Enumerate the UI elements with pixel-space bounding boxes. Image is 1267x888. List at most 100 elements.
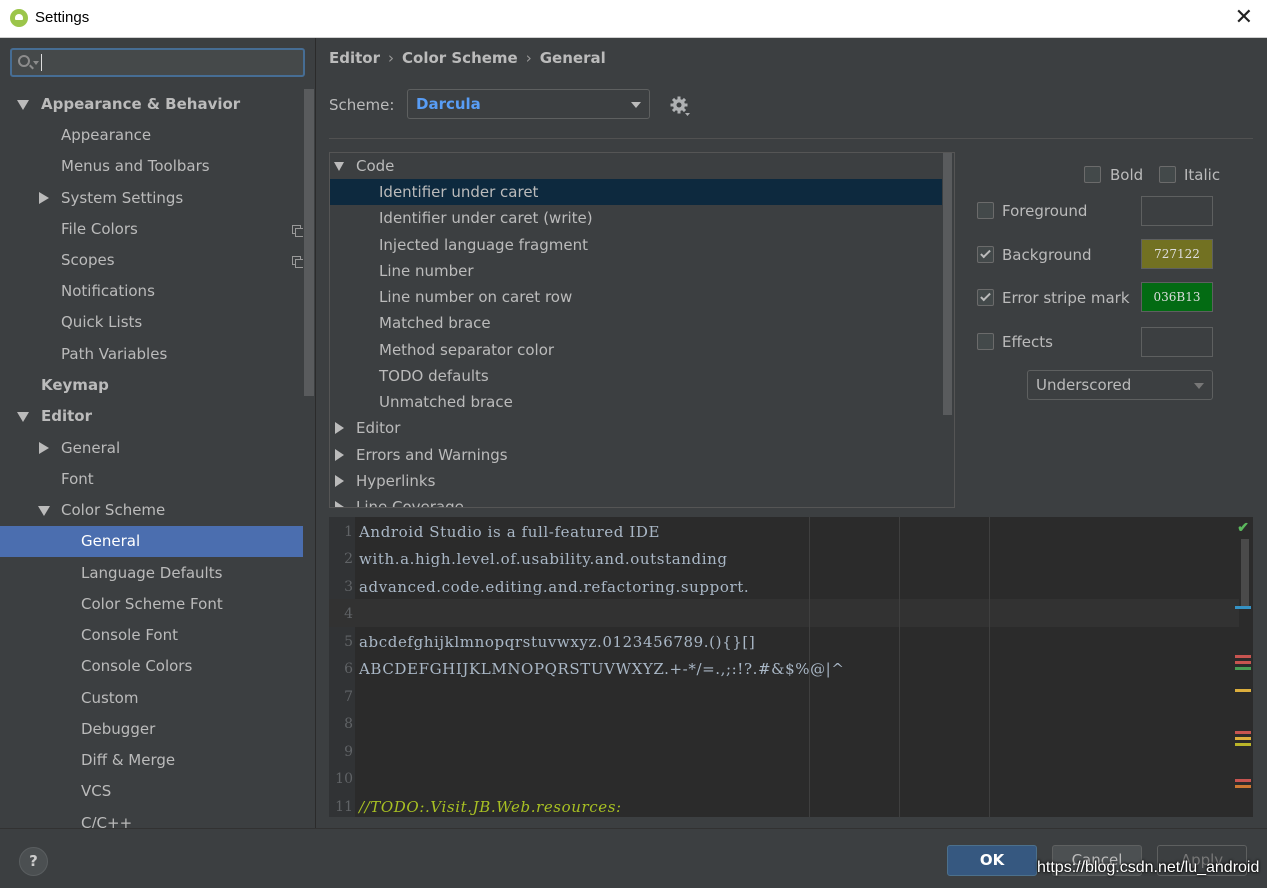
nav-item-diff-merge[interactable]: Diff & Merge xyxy=(0,745,303,776)
indent-guide xyxy=(989,517,990,817)
italic-checkbox[interactable] xyxy=(1159,166,1176,183)
tree-row-line-number[interactable]: Line number xyxy=(330,258,942,284)
error-stripe-marker[interactable] xyxy=(1235,785,1251,788)
nav-item-debugger[interactable]: Debugger xyxy=(0,714,303,745)
scrollbar-thumb[interactable] xyxy=(943,153,952,415)
tree-row-line-number-caret-row[interactable]: Line number on caret row xyxy=(330,284,942,310)
nav-item-language-defaults[interactable]: Language Defaults xyxy=(0,558,303,589)
nav-item-scopes[interactable]: Scopes xyxy=(0,245,303,276)
effects-color-swatch[interactable] xyxy=(1141,327,1213,357)
tree-group-hyperlinks[interactable]: Hyperlinks xyxy=(330,468,942,494)
error-stripe-marker[interactable] xyxy=(1235,689,1251,692)
tree-group-code[interactable]: Code xyxy=(330,153,942,179)
bold-checkbox[interactable] xyxy=(1084,166,1101,183)
tree-row-identifier-under-caret[interactable]: Identifier under caret xyxy=(330,179,942,205)
collapsed-arrow-icon[interactable] xyxy=(335,449,344,461)
error-stripe-marker[interactable] xyxy=(1235,661,1251,664)
tree-row-label: Method separator color xyxy=(379,341,555,359)
collapsed-arrow-icon[interactable] xyxy=(39,442,49,454)
nav-item-vcs[interactable]: VCS xyxy=(0,776,303,807)
error-stripe-color-swatch[interactable]: 036B13 xyxy=(1141,282,1213,312)
help-button[interactable]: ? xyxy=(19,847,48,876)
search-input[interactable] xyxy=(44,51,299,74)
scheme-dropdown[interactable]: Darcula xyxy=(407,89,650,119)
expanded-arrow-icon[interactable] xyxy=(334,162,344,171)
nav-item-system-settings[interactable]: System Settings xyxy=(0,183,303,214)
nav-item-label: General xyxy=(61,439,121,457)
tree-row-injected-language-fragment[interactable]: Injected language fragment xyxy=(330,232,942,258)
tree-row-identifier-under-caret-write[interactable]: Identifier under caret (write) xyxy=(330,205,942,231)
nav-item-color-scheme-general[interactable]: General xyxy=(0,526,303,557)
error-stripe-checkbox[interactable] xyxy=(977,289,994,306)
nav-item-console-colors[interactable]: Console Colors xyxy=(0,651,303,682)
nav-item-custom[interactable]: Custom xyxy=(0,683,303,714)
search-history-caret-icon[interactable] xyxy=(33,61,39,65)
close-icon[interactable]: ✕ xyxy=(1235,6,1253,30)
nav-item-keymap[interactable]: Keymap xyxy=(0,370,303,401)
tree-row-label: Code xyxy=(356,157,395,175)
search-box[interactable] xyxy=(10,48,305,77)
error-stripe-marker[interactable] xyxy=(1235,731,1251,734)
tree-scrollbar[interactable] xyxy=(942,153,954,507)
collapsed-arrow-icon[interactable] xyxy=(335,475,344,487)
tree-group-errors-warnings[interactable]: Errors and Warnings xyxy=(330,442,942,468)
error-stripe-marker[interactable] xyxy=(1235,737,1251,740)
nav-item-console-font[interactable]: Console Font xyxy=(0,620,303,651)
tree-group-line-coverage[interactable]: Line Coverage xyxy=(330,494,942,507)
nav-item-file-colors[interactable]: File Colors xyxy=(0,214,303,245)
nav-item-color-scheme-font[interactable]: Color Scheme Font xyxy=(0,589,303,620)
nav-item-path-variables[interactable]: Path Variables xyxy=(0,339,303,370)
scheme-value: Darcula xyxy=(416,95,481,113)
nav-item-appearance-behavior[interactable]: Appearance & Behavior xyxy=(0,89,303,120)
background-checkbox[interactable] xyxy=(977,246,994,263)
effects-style-dropdown[interactable]: Underscored xyxy=(1027,370,1213,400)
error-stripe-label: Error stripe mark xyxy=(1002,289,1130,307)
nav-item-editor-general[interactable]: General xyxy=(0,433,303,464)
collapsed-arrow-icon[interactable] xyxy=(39,192,49,204)
collapsed-arrow-icon[interactable] xyxy=(335,422,344,434)
error-stripe-marker[interactable] xyxy=(1235,743,1251,746)
expanded-arrow-icon[interactable] xyxy=(17,100,29,110)
foreground-color-swatch[interactable] xyxy=(1141,196,1213,226)
sidebar-scrollbar[interactable] xyxy=(303,89,315,828)
tree-group-editor[interactable]: Editor xyxy=(330,415,942,441)
error-stripe-marker[interactable] xyxy=(1235,779,1251,782)
nav-item-label: Editor xyxy=(41,407,92,425)
background-color-swatch[interactable]: 727122 xyxy=(1141,239,1213,269)
nav-item-label: Appearance & Behavior xyxy=(41,95,241,113)
nav-item-color-scheme[interactable]: Color Scheme xyxy=(0,495,303,526)
tree-row-unmatched-brace[interactable]: Unmatched brace xyxy=(330,389,942,415)
error-stripe-marker[interactable] xyxy=(1235,606,1251,609)
preview-editor[interactable]: 1 2 3 4 5 6 7 8 9 10 11 Android Studio i… xyxy=(329,517,1253,817)
error-stripe-marker[interactable] xyxy=(1235,667,1251,670)
inspection-ok-icon[interactable]: ✔ xyxy=(1237,520,1249,536)
tree-row-label: Line number xyxy=(379,262,474,280)
nav-item-label: Path Variables xyxy=(61,345,168,363)
error-stripe-marker[interactable] xyxy=(1235,655,1251,658)
nav-item-notifications[interactable]: Notifications xyxy=(0,276,303,307)
nav-item-menus-toolbars[interactable]: Menus and Toolbars xyxy=(0,151,303,182)
nav-item-c-cpp[interactable]: C/C++ xyxy=(0,808,303,828)
tree-row-method-separator-color[interactable]: Method separator color xyxy=(330,337,942,363)
preview-scrollbar[interactable] xyxy=(1241,539,1249,607)
nav-item-appearance[interactable]: Appearance xyxy=(0,120,303,151)
collapsed-arrow-icon[interactable] xyxy=(335,501,344,507)
ok-button[interactable]: OK xyxy=(947,845,1037,876)
line-number: 7 xyxy=(344,689,353,705)
effects-checkbox[interactable] xyxy=(977,333,994,350)
nav-item-label: C/C++ xyxy=(81,814,133,828)
tree-row-todo-defaults[interactable]: TODO defaults xyxy=(330,363,942,389)
nav-item-label: Debugger xyxy=(81,720,156,738)
expanded-arrow-icon[interactable] xyxy=(38,506,50,516)
search-icon[interactable] xyxy=(18,55,30,67)
expanded-arrow-icon[interactable] xyxy=(17,412,29,422)
tree-row-matched-brace[interactable]: Matched brace xyxy=(330,310,942,336)
scrollbar-thumb[interactable] xyxy=(304,89,314,396)
nav-item-label: Color Scheme xyxy=(61,501,166,519)
breadcrumb-item: Color Scheme xyxy=(402,49,518,67)
nav-item-quick-lists[interactable]: Quick Lists xyxy=(0,307,303,338)
gear-icon[interactable] xyxy=(668,94,692,118)
nav-item-font[interactable]: Font xyxy=(0,464,303,495)
foreground-checkbox[interactable] xyxy=(977,202,994,219)
nav-item-editor[interactable]: Editor xyxy=(0,401,303,432)
